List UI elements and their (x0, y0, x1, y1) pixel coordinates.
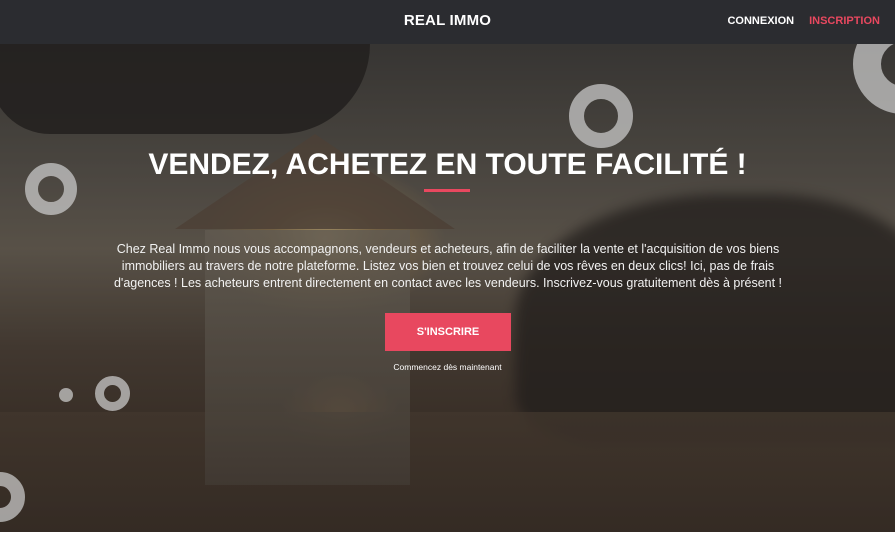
nav-links: CONNEXION INSCRIPTION (727, 15, 880, 27)
login-link[interactable]: CONNEXION (727, 15, 794, 27)
hero-headline: VENDEZ, ACHETEZ EN TOUTE FACILITÉ ! (148, 148, 747, 181)
decor-dot (59, 388, 73, 402)
hero-intro-text: Chez Real Immo nous vous accompagnons, v… (113, 242, 783, 290)
signup-cta-button[interactable]: S'INSCRIRE (385, 313, 511, 351)
signup-link[interactable]: INSCRIPTION (809, 15, 880, 27)
hero-section: VENDEZ, ACHETEZ EN TOUTE FACILITÉ ! Chez… (0, 44, 895, 532)
top-navbar: REAL IMMO CONNEXION INSCRIPTION (0, 0, 895, 44)
decor-ring (95, 376, 130, 411)
decor-ring (569, 84, 633, 148)
cta-subtext: Commencez dès maintenant (393, 362, 502, 372)
page: REAL IMMO CONNEXION INSCRIPTION VENDEZ, … (0, 0, 895, 552)
headline-underline (424, 189, 470, 192)
